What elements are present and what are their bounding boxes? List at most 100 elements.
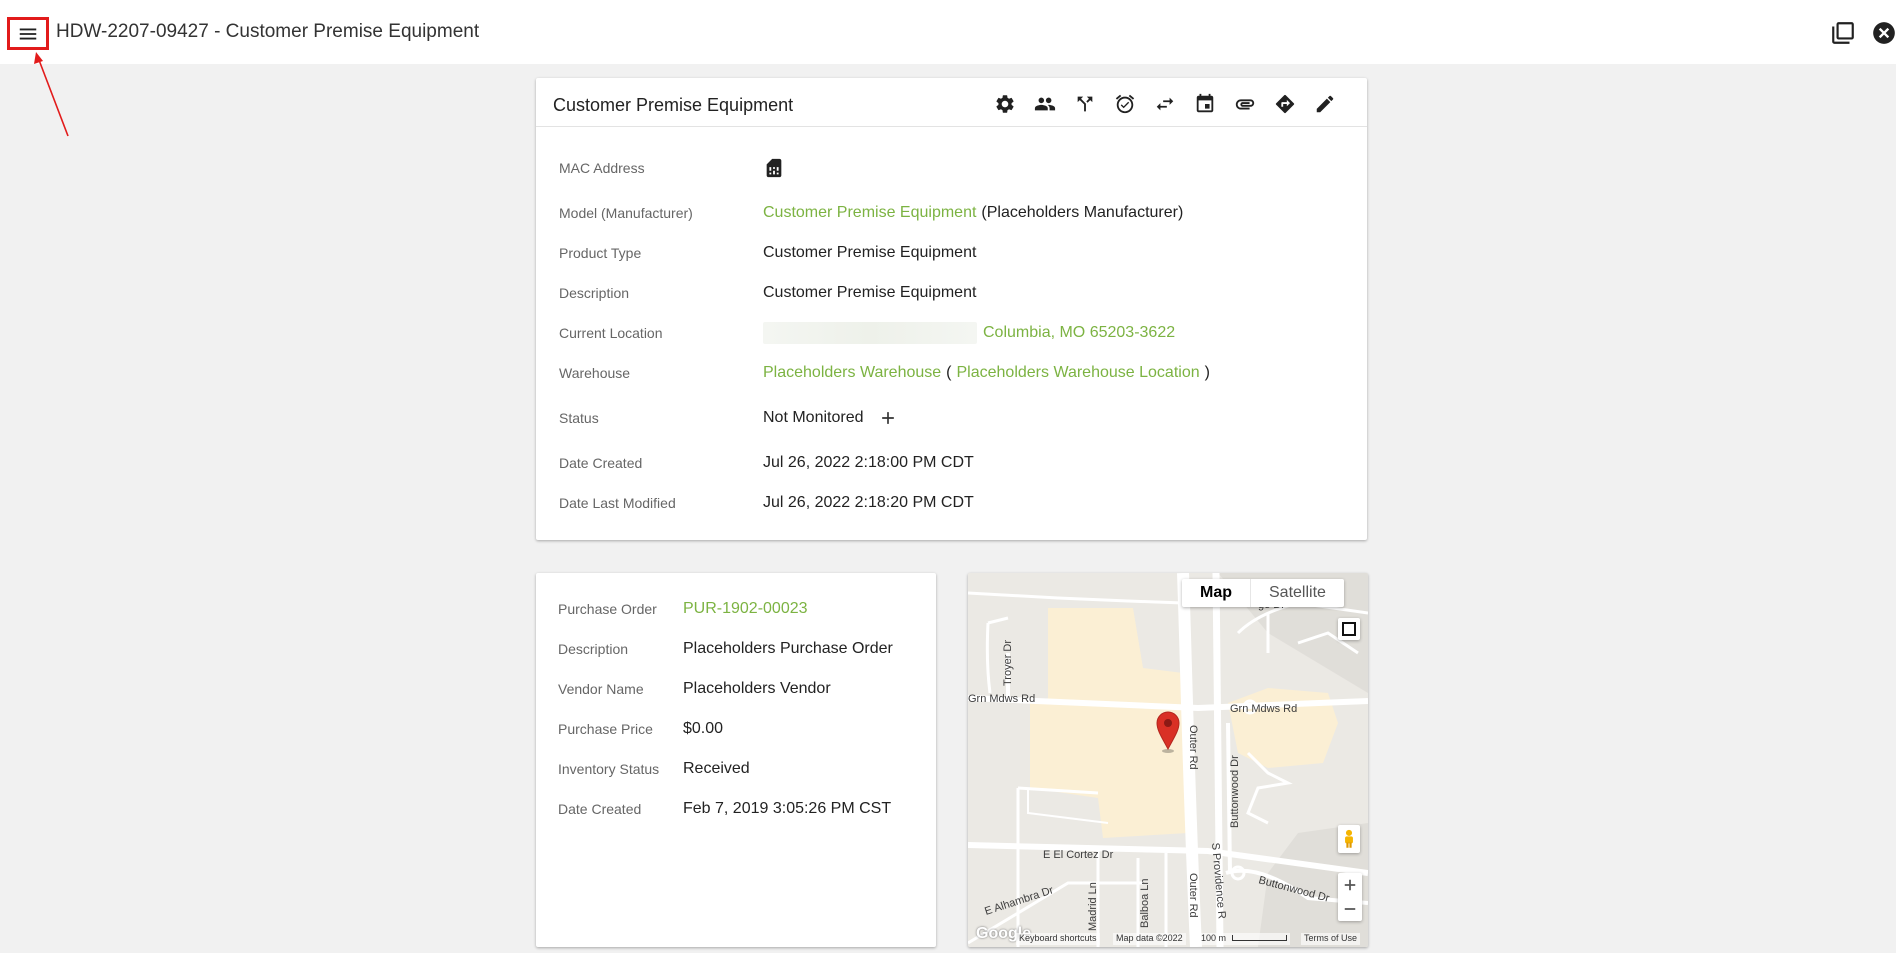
status-row: Status Not Monitored	[559, 406, 1347, 430]
top-bar: HDW-2207-09427 - Customer Premise Equipm…	[0, 0, 1896, 64]
location-link[interactable]: Columbia, MO 65203-3622	[983, 324, 1175, 342]
calendar-icon	[1196, 93, 1214, 113]
street-view-button[interactable]	[1338, 825, 1360, 853]
date-created-value: Jul 26, 2022 2:18:00 PM CDT	[763, 454, 974, 471]
status-label: Status	[559, 410, 599, 426]
alarm-button[interactable]	[1105, 91, 1145, 117]
card-toolbar	[985, 91, 1345, 117]
merge-button[interactable]	[1065, 91, 1105, 117]
pegman-icon	[1345, 829, 1353, 848]
people-icon	[1034, 97, 1056, 111]
description-label: Description	[559, 285, 630, 301]
people-button[interactable]	[1025, 91, 1065, 117]
street-label: Madrid Ln	[1087, 882, 1099, 931]
street-label: Troyer Dr	[1002, 640, 1014, 686]
po-date-created-label: Date Created	[558, 801, 642, 817]
price-value: $0.00	[683, 720, 724, 737]
warehouse-label: Warehouse	[559, 365, 631, 381]
calendar-button[interactable]	[1185, 91, 1225, 117]
hamburger-menu-icon	[19, 28, 37, 39]
street-label: Grn Mdws Rd	[1230, 703, 1297, 715]
po-description-row: Description Placeholders Purchase Order	[558, 637, 926, 661]
map-type-toggle: Map Satellite	[1182, 579, 1344, 607]
merge-icon	[1077, 96, 1093, 112]
street-label: Outer Rd	[1187, 873, 1199, 918]
hamburger-menu-button[interactable]	[7, 17, 49, 50]
model-link[interactable]: Customer Premise Equipment	[763, 204, 976, 222]
current-location-label: Current Location	[559, 325, 663, 341]
inventory-status-label: Inventory Status	[558, 761, 660, 777]
model-row: Model (Manufacturer) Customer Premise Eq…	[559, 201, 1347, 225]
manufacturer-value: (Placeholders Manufacturer)	[981, 204, 1184, 221]
zoom-in-icon	[1344, 879, 1356, 891]
date-modified-row: Date Last Modified Jul 26, 2022 2:18:20 …	[559, 491, 1347, 515]
street-label: E El Cortez Dr	[1043, 849, 1114, 861]
settings-icon	[996, 95, 1014, 113]
map-type-map-button[interactable]: Map	[1182, 579, 1250, 607]
paren-open: (	[946, 364, 952, 381]
directions-button[interactable]	[1265, 91, 1305, 117]
swap-button[interactable]	[1145, 91, 1185, 117]
close-circle-icon	[1873, 22, 1895, 44]
inventory-status-row: Inventory Status Received	[558, 757, 926, 781]
price-row: Purchase Price $0.00	[558, 717, 926, 741]
card-header: Customer Premise Equipment	[536, 78, 1367, 127]
map-type-satellite-button[interactable]: Satellite	[1250, 579, 1344, 607]
scale-bar	[1231, 935, 1287, 941]
card-title: Customer Premise Equipment	[553, 95, 794, 115]
swap-icon	[1156, 97, 1174, 111]
alarm-icon	[1115, 94, 1135, 114]
equipment-details-card: Customer Premise Equipment MAC Address M…	[536, 78, 1367, 540]
page-title: HDW-2207-09427 - Customer Premise Equipm…	[56, 21, 480, 42]
map-canvas[interactable]: Grn Mdws Rd Grn Mdws Rd Troyer Dr Outer …	[968, 573, 1368, 947]
map-scale-label: 100 m	[1201, 933, 1227, 943]
attachment-icon	[1235, 99, 1255, 110]
price-label: Purchase Price	[558, 721, 653, 737]
open-in-new-window-icon	[1832, 22, 1854, 44]
map-scale: 100 m	[1198, 933, 1290, 945]
fullscreen-button[interactable]	[1338, 618, 1360, 640]
product-type-value: Customer Premise Equipment	[763, 244, 977, 261]
redacted-address	[763, 322, 977, 344]
open-in-new-window-button[interactable]	[1829, 19, 1857, 47]
fullscreen-icon	[1342, 622, 1356, 636]
po-date-created-value: Feb 7, 2019 3:05:26 PM CST	[683, 800, 892, 817]
date-created-label: Date Created	[559, 455, 643, 471]
street-label: Balboa Ln	[1139, 878, 1151, 928]
vendor-value: Placeholders Vendor	[683, 680, 831, 697]
sim-card-button[interactable]	[763, 157, 785, 179]
location-map[interactable]: Grn Mdws Rd Grn Mdws Rd Troyer Dr Outer …	[968, 573, 1368, 947]
zoom-out-button[interactable]	[1338, 897, 1362, 921]
settings-button[interactable]	[985, 91, 1025, 117]
zoom-in-button[interactable]	[1338, 873, 1362, 897]
warehouse-link[interactable]: Placeholders Warehouse	[763, 364, 941, 382]
sim-card-icon	[766, 158, 782, 178]
description-value: Customer Premise Equipment	[763, 284, 977, 301]
directions-icon	[1275, 94, 1295, 114]
zoom-controls	[1338, 873, 1362, 921]
date-modified-value: Jul 26, 2022 2:18:20 PM CDT	[763, 494, 974, 511]
po-description-value: Placeholders Purchase Order	[683, 640, 893, 657]
edit-button[interactable]	[1305, 91, 1345, 117]
attachment-button[interactable]	[1225, 91, 1265, 117]
keyboard-shortcuts-link[interactable]: Keyboard shortcuts	[1016, 933, 1100, 945]
add-status-button[interactable]	[876, 406, 900, 430]
paren-close: )	[1204, 364, 1210, 381]
warehouse-location-link[interactable]: Placeholders Warehouse Location	[957, 364, 1200, 382]
date-modified-label: Date Last Modified	[559, 495, 676, 511]
product-type-row: Product Type Customer Premise Equipment	[559, 241, 1347, 265]
po-date-created-row: Date Created Feb 7, 2019 3:05:26 PM CST	[558, 797, 926, 821]
street-label: Grn Mdws Rd	[968, 693, 1035, 705]
map-data-label: Map data ©2022	[1113, 933, 1186, 945]
zoom-out-icon	[1344, 908, 1356, 910]
vendor-label: Vendor Name	[558, 681, 644, 697]
vendor-row: Vendor Name Placeholders Vendor	[558, 677, 926, 701]
po-label: Purchase Order	[558, 601, 657, 617]
edit-icon	[1316, 95, 1334, 113]
terms-of-use-link[interactable]: Terms of Use	[1301, 933, 1361, 945]
po-link[interactable]: PUR-1902-00023	[683, 600, 808, 618]
po-description-label: Description	[558, 641, 629, 657]
date-created-row: Date Created Jul 26, 2022 2:18:00 PM CDT	[559, 451, 1347, 475]
po-row: Purchase Order PUR-1902-00023	[558, 597, 926, 621]
close-button[interactable]	[1870, 19, 1896, 47]
